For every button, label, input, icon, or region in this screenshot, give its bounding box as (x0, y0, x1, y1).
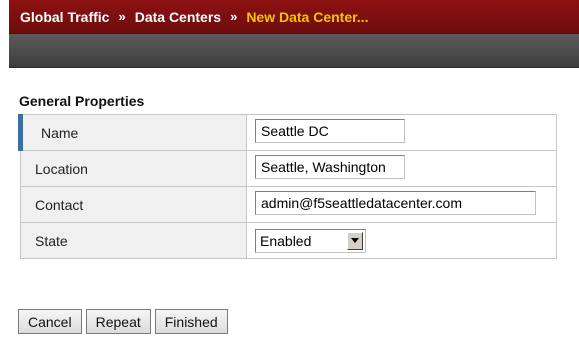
state-select-value: Enabled (260, 232, 312, 249)
breadcrumb-current-page: New Data Center... (246, 8, 369, 25)
name-label: Name (18, 114, 247, 151)
location-label: Location (20, 150, 247, 187)
breadcrumb-separator: » (230, 9, 238, 24)
toolbar (9, 34, 579, 68)
state-label: State (20, 222, 247, 259)
action-buttons: Cancel Repeat Finished (18, 309, 228, 334)
finished-button[interactable]: Finished (154, 309, 228, 334)
state-select[interactable]: Enabled (255, 228, 366, 253)
chevron-down-icon[interactable] (347, 231, 363, 250)
property-row-name: Name Seattle DC (18, 114, 557, 151)
location-input[interactable]: Seattle, Washington (255, 155, 405, 179)
contact-input[interactable]: admin@f5seattledatacenter.com (255, 191, 536, 215)
property-row-contact: Contact admin@f5seattledatacenter.com (20, 186, 557, 223)
property-row-location: Location Seattle, Washington (20, 150, 557, 187)
repeat-button[interactable]: Repeat (85, 309, 151, 334)
breadcrumb: Global Traffic » Data Centers » New Data… (9, 0, 579, 34)
section-title: General Properties (19, 93, 145, 109)
contact-label: Contact (20, 186, 247, 223)
general-properties-table: Name Seattle DC Location Seattle, Washin… (18, 114, 557, 259)
breadcrumb-separator: » (118, 9, 126, 24)
name-input[interactable]: Seattle DC (255, 119, 405, 143)
breadcrumb-global-traffic[interactable]: Global Traffic (20, 9, 109, 25)
property-row-state: State Enabled (20, 222, 557, 259)
cancel-button[interactable]: Cancel (18, 309, 82, 334)
breadcrumb-data-centers[interactable]: Data Centers (135, 9, 221, 25)
